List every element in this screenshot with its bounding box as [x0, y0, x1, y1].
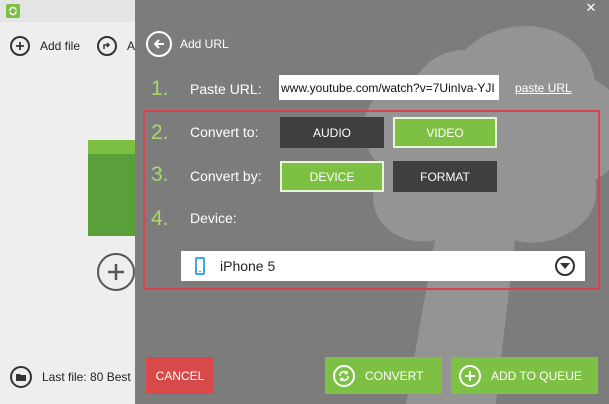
panel-title: Add URL [180, 37, 229, 51]
device-selected-value: iPhone 5 [220, 258, 276, 274]
convert-to-label: Convert to: [190, 124, 259, 140]
plus-icon [10, 36, 30, 56]
phone-icon [195, 257, 205, 275]
share-icon [97, 36, 117, 56]
converter-tile-graphic [88, 140, 138, 236]
format-option-button[interactable]: FORMAT [393, 161, 497, 192]
convert-button[interactable]: CONVERT [325, 357, 442, 394]
step-number-2: 2. [151, 121, 169, 144]
device-option-button[interactable]: DEVICE [280, 161, 384, 192]
device-label: Device: [190, 210, 237, 226]
paste-url-label: Paste URL: [190, 81, 262, 97]
plus-icon [459, 364, 481, 387]
app-logo-icon [6, 4, 20, 18]
device-dropdown[interactable]: iPhone 5 [181, 251, 585, 281]
add-to-queue-button-label: ADD TO QUEUE [491, 368, 582, 383]
add-url-panel: ✕ Add URL 1. Paste URL: paste URL 2. Con… [135, 0, 609, 404]
status-bar: Last file: 80 Best [10, 366, 131, 388]
paste-url-link[interactable]: paste URL [515, 81, 572, 95]
add-file-label: Add file [40, 39, 81, 53]
step-number-3: 3. [151, 163, 169, 186]
chevron-down-icon[interactable] [555, 256, 575, 276]
folder-icon[interactable] [10, 366, 32, 388]
close-button[interactable]: ✕ [579, 0, 603, 20]
refresh-icon [333, 364, 355, 387]
audio-option-button[interactable]: AUDIO [280, 117, 384, 148]
convert-button-label: CONVERT [365, 368, 424, 383]
video-option-button[interactable]: VIDEO [393, 117, 497, 148]
arrow-left-icon [153, 39, 164, 49]
convert-by-label: Convert by: [190, 168, 262, 184]
step-number-4: 4. [151, 207, 169, 230]
add-file-button[interactable]: Add file [10, 34, 80, 58]
cancel-button[interactable]: CANCEL [146, 357, 214, 394]
add-to-queue-button[interactable]: ADD TO QUEUE [451, 357, 598, 394]
share-button[interactable]: A [97, 34, 135, 58]
share-label: A [127, 39, 136, 53]
add-big-plus-icon[interactable] [97, 253, 135, 291]
cancel-button-label: CANCEL [155, 368, 205, 383]
step-number-1: 1. [151, 77, 169, 100]
back-button[interactable] [146, 31, 172, 57]
url-input[interactable] [279, 75, 499, 100]
last-file-label: Last file: 80 Best [42, 370, 131, 384]
